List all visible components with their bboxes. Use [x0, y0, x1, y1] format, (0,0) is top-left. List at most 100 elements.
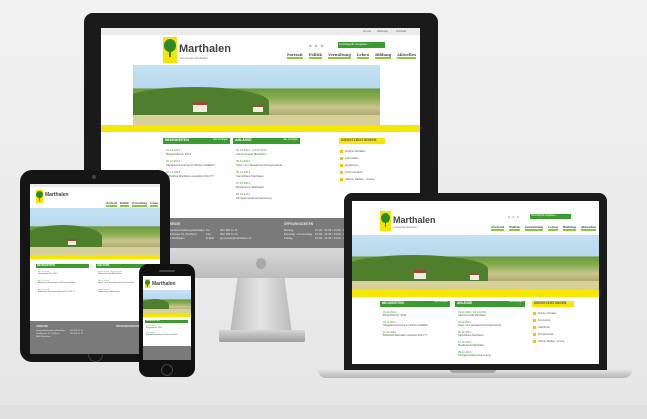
- top-link-kontakt[interactable]: Kontakt: [396, 29, 406, 33]
- imac-stand: [230, 278, 292, 334]
- site-logo[interactable]: [36, 190, 43, 203]
- search-input[interactable]: Suchbegriff eingeben ...: [338, 42, 385, 48]
- floor-shadow: [0, 405, 647, 419]
- language-switch[interactable]: A · A · A: [508, 215, 519, 219]
- hero-landscape-image: [352, 235, 599, 290]
- events-more-link[interactable]: alle anzeigen: [283, 138, 298, 141]
- nav-portrait[interactable]: Portrait: [491, 225, 505, 231]
- service-item[interactable]: Primarschule: [340, 170, 363, 174]
- tree-logo-icon: [164, 39, 176, 57]
- news-item[interactable]: 01.12.2014 Bibliothek Marthalen Ausleihe …: [38, 289, 88, 293]
- news-more-link[interactable]: alle anzeigen: [434, 301, 448, 303]
- event-item[interactable]: 04.12.2014 · 04.12.2014 Adventsmarkt Mart…: [236, 148, 298, 156]
- brand-name: Marthalen: [179, 43, 231, 55]
- event-item[interactable]: 07.12.2014 Musikverein Marthalen: [458, 341, 522, 347]
- nav-aktuelles[interactable]: Aktuelles: [580, 225, 596, 231]
- responsive-devices-mockup: Home Sitemap Kontakt Marthalen Gemeinde …: [0, 0, 647, 419]
- nav-bildung[interactable]: Bildung: [375, 53, 392, 59]
- news-item[interactable]: 01.12.2014 Bibliothek Marthalen Ausleihe …: [383, 331, 447, 337]
- phone-home-button[interactable]: [161, 364, 173, 376]
- news-heading: NEUIGKEITEN alle anzeigen: [380, 301, 450, 307]
- news-item[interactable]: 01.12.2014 Bürgerblatt Nr. 2013: [146, 325, 188, 329]
- news-item[interactable]: 01.12.2014 Altpapiersammlung im Winter er…: [38, 280, 88, 284]
- service-item[interactable]: Online-Schalter: [533, 312, 557, 315]
- news-item[interactable]: 01.12.2014 Altpapiersammlung im Winter er…: [166, 159, 226, 167]
- hero-landscape-image: [30, 208, 160, 255]
- brand-name: Marthalen: [393, 215, 436, 225]
- brand-name: Marthalen: [45, 192, 69, 198]
- brand-tagline: Gemeinde Marthalen: [180, 56, 209, 60]
- imac-stand-base: [219, 330, 305, 342]
- event-item[interactable]: 05.12.2014 Spiel- und Jassabend Kirchgeme…: [458, 321, 522, 327]
- laptop-notch: [450, 370, 496, 373]
- service-item[interactable]: Gebühren: [340, 163, 358, 167]
- services-heading: DIENSTLEISTUNGEN: [532, 301, 574, 307]
- services-heading: DIENSTLEISTUNGEN: [339, 138, 385, 144]
- top-link-home[interactable]: Home: [363, 29, 371, 33]
- nav-aktuelles[interactable]: Aktuelles: [397, 53, 416, 59]
- site-logo[interactable]: [145, 279, 150, 288]
- events-heading: ANLÄSSE alle anzeigen: [455, 301, 525, 307]
- language-switch[interactable]: A · A · A: [309, 43, 323, 48]
- news-item[interactable]: 01.12.2014 Bürgerblatt Nr. 2013: [383, 311, 447, 317]
- nav-bildung[interactable]: Bildung: [562, 225, 576, 231]
- event-item[interactable]: 06.12.2014 Samichlaus Marthalen: [236, 170, 298, 178]
- site-logo[interactable]: [163, 37, 177, 63]
- search-input[interactable]: Suchbegriff eingeben ...: [530, 214, 571, 219]
- site-footer: [143, 346, 191, 360]
- tree-logo-icon: [381, 213, 390, 227]
- phone-screen-website: Marthalen NEUIGKEITEN 01.12.2014 Bürgerbl…: [143, 276, 191, 360]
- top-link-sitemap[interactable]: Sitemap: [377, 29, 388, 33]
- event-item[interactable]: 08.12.2014 Kirchgemeindeversammlung: [236, 192, 298, 200]
- news-item[interactable]: 01.12.2014 Altpapiersammlung im Winter er…: [146, 332, 188, 336]
- nav-politik[interactable]: Politik: [119, 202, 129, 207]
- nav-portrait[interactable]: Portrait: [286, 53, 303, 59]
- nav-portrait[interactable]: Portrait: [106, 202, 117, 207]
- hero-landscape-image: [133, 65, 380, 125]
- event-item[interactable]: 04.12.2014 · 04.12.2014 Adventsmarkt Mart…: [458, 311, 522, 317]
- service-item[interactable]: Offene Stellen - Kurse: [533, 340, 564, 343]
- laptop-screen-website: Marthalen Gemeinde Marthalen A · A · A S…: [352, 201, 599, 364]
- nav-leben[interactable]: Leben: [149, 202, 158, 207]
- footer-hours-title: ÖFFNUNGSZEITEN: [284, 222, 314, 226]
- service-item[interactable]: Online-Schalter: [340, 149, 366, 153]
- service-item[interactable]: Offene Stellen - Kurse: [340, 177, 374, 181]
- tree-logo-icon: [145, 280, 150, 287]
- news-more-link[interactable]: alle anzeigen: [213, 138, 228, 141]
- service-item[interactable]: Primarschule: [533, 333, 554, 336]
- events-more-link[interactable]: alle anzeigen: [509, 301, 523, 303]
- events-heading: ANLÄSSE alle anzeigen: [233, 138, 300, 144]
- news-heading: NEUIGKEITEN: [36, 264, 89, 268]
- footer-email-link[interactable]: gemeinde@marthalen.ch: [220, 236, 251, 240]
- site-logo[interactable]: [380, 211, 391, 231]
- main-navigation: Portrait Politik Verwaltung Leben: [70, 202, 158, 207]
- event-item[interactable]: 06.12.2014 Samichlaus Marthalen: [458, 331, 522, 337]
- nav-leben[interactable]: Leben: [356, 53, 370, 59]
- nav-verwaltung[interactable]: Verwaltung: [131, 202, 147, 207]
- service-item[interactable]: Formulare: [533, 319, 550, 322]
- apple-logo-icon: [256, 258, 266, 269]
- main-navigation: Portrait Politik Verwaltung Leben Bildun…: [231, 53, 416, 59]
- brand-name: Marthalen: [152, 281, 176, 287]
- service-item[interactable]: Gebühren: [533, 326, 550, 329]
- hero-landscape-image: [143, 290, 191, 314]
- news-item[interactable]: 01.12.2014 Altpapiersammlung im Winter er…: [383, 321, 447, 327]
- yellow-stripe: [101, 125, 420, 132]
- service-item[interactable]: Formulare: [340, 156, 359, 160]
- news-item[interactable]: 01.12.2014 Bürgerblatt Nr. 2013: [38, 271, 88, 275]
- event-item[interactable]: 07.12.2014 Musikverein Marthalen: [236, 181, 298, 189]
- yellow-stripe: [352, 290, 599, 297]
- nav-leben[interactable]: Leben: [548, 225, 558, 231]
- event-item[interactable]: 08.12.2014 Kirchgemeindeversammlung: [458, 351, 522, 357]
- news-heading: NEUIGKEITEN alle anzeigen: [163, 138, 230, 144]
- nav-politik[interactable]: Politik: [509, 225, 520, 231]
- news-heading: NEUIGKEITEN: [145, 320, 188, 323]
- nav-verwaltung[interactable]: Verwaltung: [328, 53, 351, 59]
- news-item[interactable]: 01.12.2014 Bibliothek Marthalen Ausleihe …: [166, 170, 226, 178]
- news-item[interactable]: 01.12.2014 Bürgerblatt Nr. 2013: [166, 148, 226, 156]
- nav-politik[interactable]: Politik: [308, 53, 323, 59]
- nav-verwaltung[interactable]: Verwaltung: [524, 225, 544, 231]
- event-item[interactable]: 05.12.2014 Spiel- und Jassabend Kirchgeme…: [236, 159, 298, 167]
- main-navigation: Portrait Politik Verwaltung Leben Bildun…: [412, 225, 596, 231]
- top-links-bar: Home Sitemap Kontakt: [101, 28, 420, 35]
